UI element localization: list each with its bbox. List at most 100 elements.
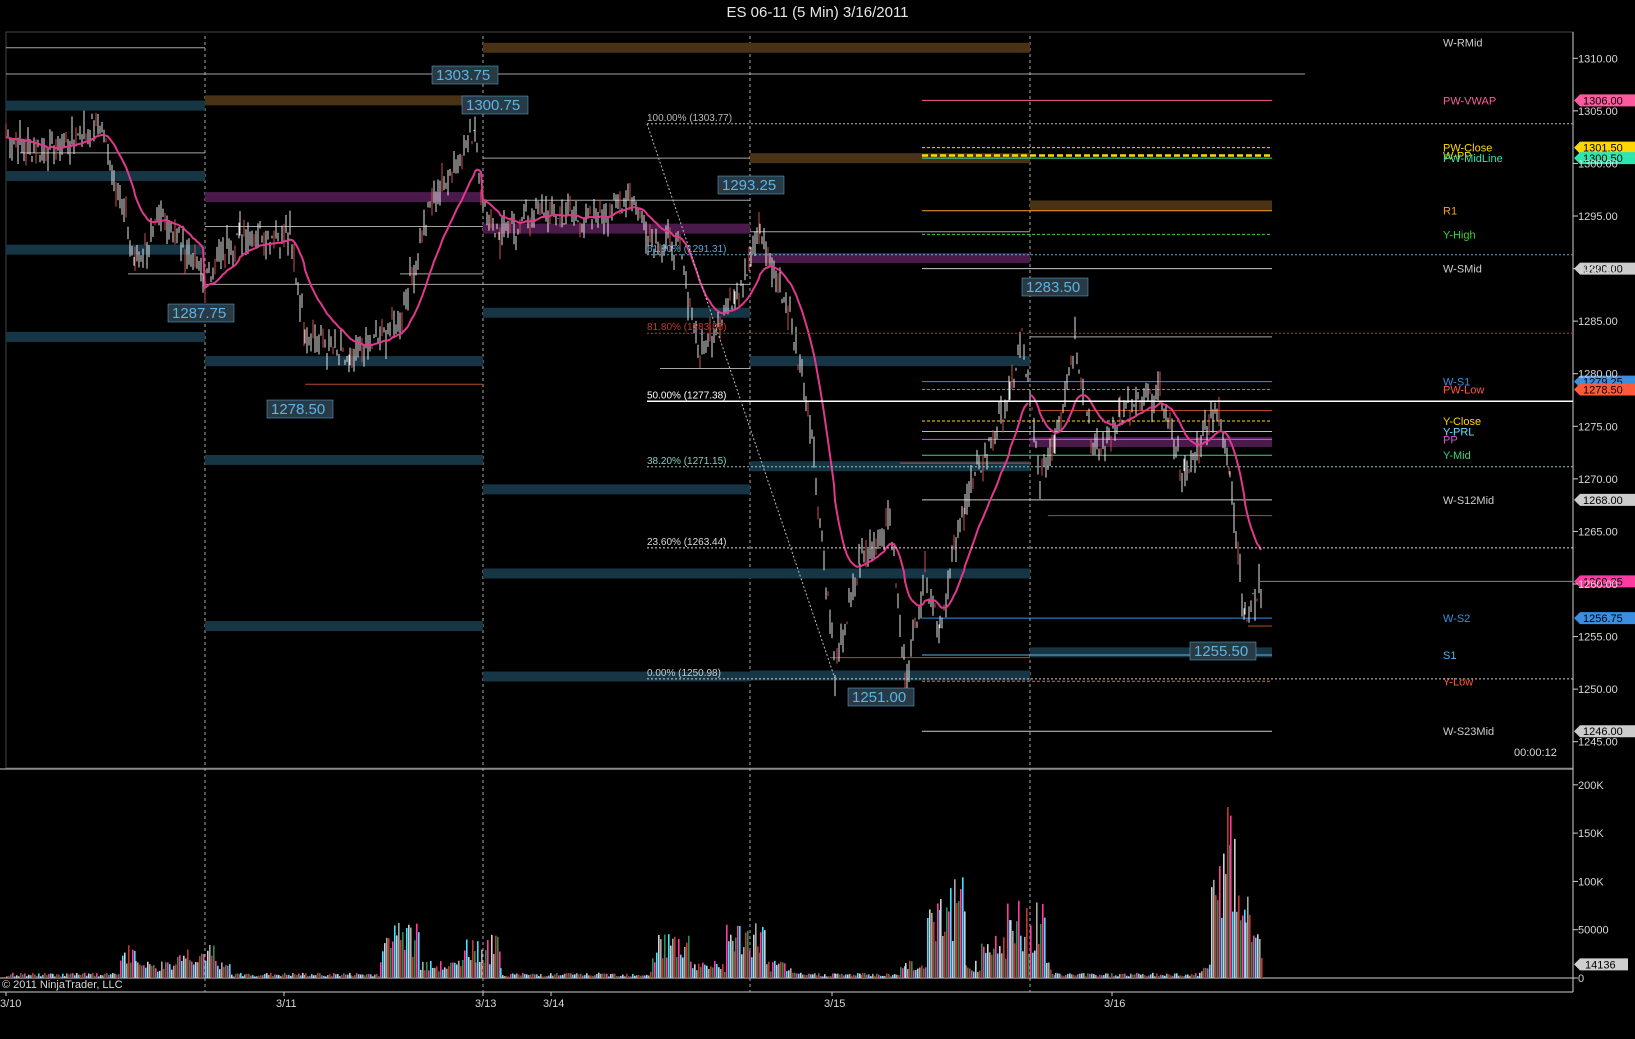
volume-bar [743,947,745,978]
volume-bar [1242,915,1244,978]
volume-bar [139,964,141,978]
volume-bar [341,974,343,978]
volume-bar [1182,976,1184,978]
volume-bar [466,939,468,978]
volume-bar [790,968,792,978]
volume-bar [384,943,386,978]
volume-bar [307,975,309,978]
volume-bar [839,974,841,978]
volume-bar [460,966,462,978]
volume-bar [886,973,888,978]
volume-bar [620,975,622,978]
volume-bar [80,974,82,978]
level-zone [6,171,205,182]
volume-bar [716,963,718,978]
level-zone [205,192,483,203]
volume-bar [1213,879,1215,978]
volume-bar [668,934,670,978]
volume-bar [1069,973,1071,978]
last-volume-text: 14136 [1585,959,1616,971]
volume-bar [1130,973,1132,978]
volume-bar [969,968,971,978]
volume-bar [284,972,286,978]
volume-bar [268,974,270,978]
volume-bar [205,960,207,978]
volume-bar [147,961,149,978]
price-tick-label: 1310.00 [1578,53,1618,65]
volume-bar [149,964,151,978]
volume-bar [82,973,84,978]
volume-bar [485,950,487,978]
volume-bar [479,962,481,978]
volume-bar [1022,951,1024,978]
volume-bar [442,969,444,978]
volume-bar [792,972,794,978]
callout-text: 1303.75 [436,67,490,84]
volume-bar [1081,973,1083,978]
volume-bar [155,968,157,978]
volume-bar [319,973,321,978]
fib-label: 23.60% (1263.44) [647,537,727,548]
volume-bar [512,973,514,978]
volume-bar [1199,972,1201,978]
volume-bar [296,974,298,978]
volume-bar [510,974,512,978]
volume-bar [808,973,810,978]
volume-bar [923,968,925,978]
volume-bar [1093,974,1095,978]
volume-bar [1103,975,1105,978]
volume-bar [181,960,183,978]
volume-bar [1193,975,1195,978]
volume-bar [34,974,36,978]
volume-bar [739,925,741,978]
volume-bar [321,975,323,978]
volume-bar [760,932,762,978]
price-tick-label: 1295.00 [1578,211,1618,223]
volume-bar [606,973,608,978]
volume-bar [622,974,624,978]
volume-bar [100,975,102,978]
volume-bar [724,971,726,978]
volume-bar [708,968,710,978]
volume-bar [72,973,74,978]
volume-bar [1089,973,1091,978]
volume-bar [92,972,94,978]
volume-bar [450,962,452,978]
volume-bar [989,952,991,978]
volume-bar [487,939,489,978]
volume-bar [1018,900,1020,978]
volume-bar [1010,920,1012,978]
volume-bar [952,941,954,978]
level-zone [205,454,483,465]
volume-bar [1219,866,1221,978]
volume-bar [207,950,209,978]
volume-bar [826,976,828,978]
volume-bar [540,973,542,978]
chart-canvas[interactable]: W-RMidPW-VWAP 1306.00PW-Close 1301.50W-PPP… [0,0,1635,1039]
callout-text: 1278.50 [271,401,325,418]
volume-bar [128,945,130,978]
volume-bar [94,975,96,978]
volume-bar [106,973,108,978]
volume-bar [558,975,560,978]
volume-bar [1164,975,1166,978]
volume-bar [782,962,784,978]
volume-bar [749,950,751,978]
volume-bar [718,967,720,978]
volume-bar [102,975,104,978]
volume-bar [311,974,313,978]
volume-bar [544,976,546,978]
volume-bar [1085,976,1087,978]
volume-bar [1168,974,1170,978]
volume-bar [414,940,416,978]
volume-bar [350,975,352,978]
volume-bar [229,964,231,978]
volume-bar [1257,934,1259,978]
volume-bar [1191,973,1193,978]
volume-bar [1203,967,1205,978]
volume-bar [335,974,337,978]
volume-bar [690,961,692,978]
volume-bar [720,969,722,978]
volume-bar [973,971,975,978]
volume-bar [702,962,704,978]
